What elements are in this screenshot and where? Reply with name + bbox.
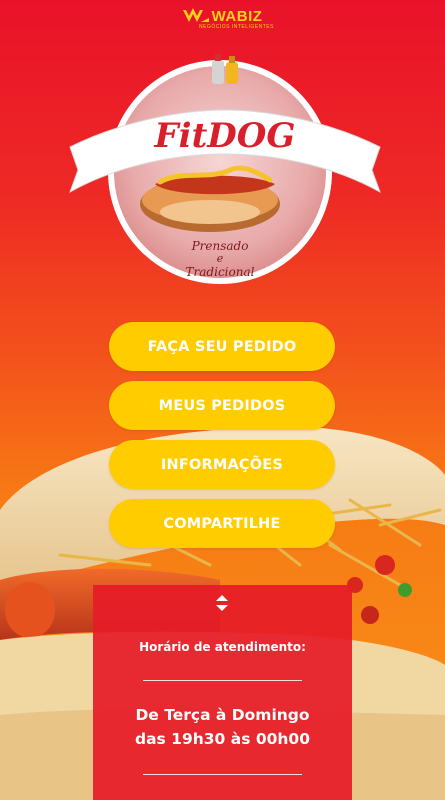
fitdog-logo: FitDOG Prensado e Tradicional xyxy=(69,54,381,284)
logo-title: FitDOG xyxy=(154,116,296,156)
wabiz-logo-icon xyxy=(182,8,209,22)
opening-hours-panel: Horário de atendimento: De Terça à Domin… xyxy=(93,585,352,800)
expand-toggle-icon[interactable] xyxy=(215,594,229,612)
brand-tagline: NEGÓCIOS INTELIGENTES xyxy=(199,24,274,30)
my-orders-button[interactable]: MEUS PEDIDOS xyxy=(109,381,335,430)
divider xyxy=(143,774,302,775)
brand-name: WABIZ xyxy=(211,7,263,25)
app-screen: WABIZ NEGÓCIOS INTELIGENTES FitDOG Prens… xyxy=(0,0,445,800)
order-button[interactable]: FAÇA SEU PEDIDO xyxy=(109,322,335,371)
share-button[interactable]: COMPARTILHE xyxy=(109,499,335,548)
logo-line3: Tradicional xyxy=(186,265,255,279)
hours-days: De Terça à Domingo xyxy=(135,706,310,724)
info-button[interactable]: INFORMAÇÕES xyxy=(109,440,335,489)
hours-time: das 19h30 às 00h00 xyxy=(134,730,310,748)
main-menu: FAÇA SEU PEDIDO MEUS PEDIDOS INFORMAÇÕES… xyxy=(109,322,335,558)
hours-label: Horário de atendimento: xyxy=(139,640,306,654)
brand-header: WABIZ NEGÓCIOS INTELIGENTES xyxy=(0,8,445,30)
logo-line1: Prensado xyxy=(191,239,249,253)
logo-line2: e xyxy=(217,252,224,265)
divider xyxy=(143,680,302,681)
